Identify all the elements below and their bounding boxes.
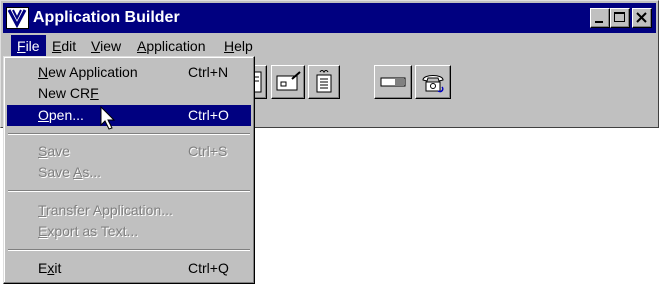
menu-item-export-as-text: Export as Text... (38, 223, 139, 239)
shortcut-label: Ctrl+N (188, 64, 229, 80)
window-title: Application Builder (33, 9, 180, 26)
menu-file[interactable]: File (11, 35, 46, 57)
toolbar-field-button[interactable] (374, 65, 412, 99)
telephone-icon (422, 75, 444, 93)
menu-bar: File Edit View Application Help (3, 35, 656, 57)
minimize-icon (595, 21, 603, 23)
menu-item-transfer-application: Transfer Application... (38, 202, 173, 218)
toolbar-telephone-button[interactable] (415, 65, 451, 99)
shortcut-label: Ctrl+O (188, 107, 229, 123)
title-bar[interactable]: Application Builder (3, 3, 656, 33)
arrow-cursor-icon (100, 106, 116, 130)
shortcut-label: Ctrl+Q (188, 260, 229, 276)
menu-view[interactable]: View (85, 35, 127, 57)
app-builder-logo-icon[interactable] (6, 7, 29, 29)
form-edit-icon (276, 71, 301, 91)
menu-separator (8, 133, 250, 135)
menu-item-open[interactable]: Open... Ctrl+O (7, 105, 251, 126)
list-document-icon (316, 70, 332, 93)
file-menu-dropdown: New Application Ctrl+N New CRF Open... C… (3, 56, 255, 284)
shortcut-label: Ctrl+S (188, 143, 228, 159)
toolbar-form-edit-button[interactable] (271, 65, 305, 99)
minimize-button[interactable] (590, 8, 610, 28)
toolbar-list-document-button[interactable] (308, 65, 340, 99)
close-button[interactable] (632, 8, 652, 28)
menu-item-save-as: Save As... (38, 164, 102, 180)
menu-separator (8, 190, 250, 192)
menu-item-save: Save Ctrl+S (7, 141, 251, 162)
close-icon (636, 12, 647, 23)
menu-application[interactable]: Application (131, 35, 212, 57)
maximize-button[interactable] (610, 8, 630, 28)
menu-item-new-application[interactable]: New Application Ctrl+N (7, 62, 251, 83)
menu-item-new-crf[interactable]: New CRF (7, 83, 251, 104)
menu-help[interactable]: Help (218, 35, 259, 57)
field-icon (380, 77, 406, 87)
menu-item-exit[interactable]: Exit Ctrl+Q (7, 258, 251, 279)
maximize-icon (614, 12, 625, 22)
menu-separator (8, 249, 250, 251)
menu-edit[interactable]: Edit (46, 35, 82, 57)
